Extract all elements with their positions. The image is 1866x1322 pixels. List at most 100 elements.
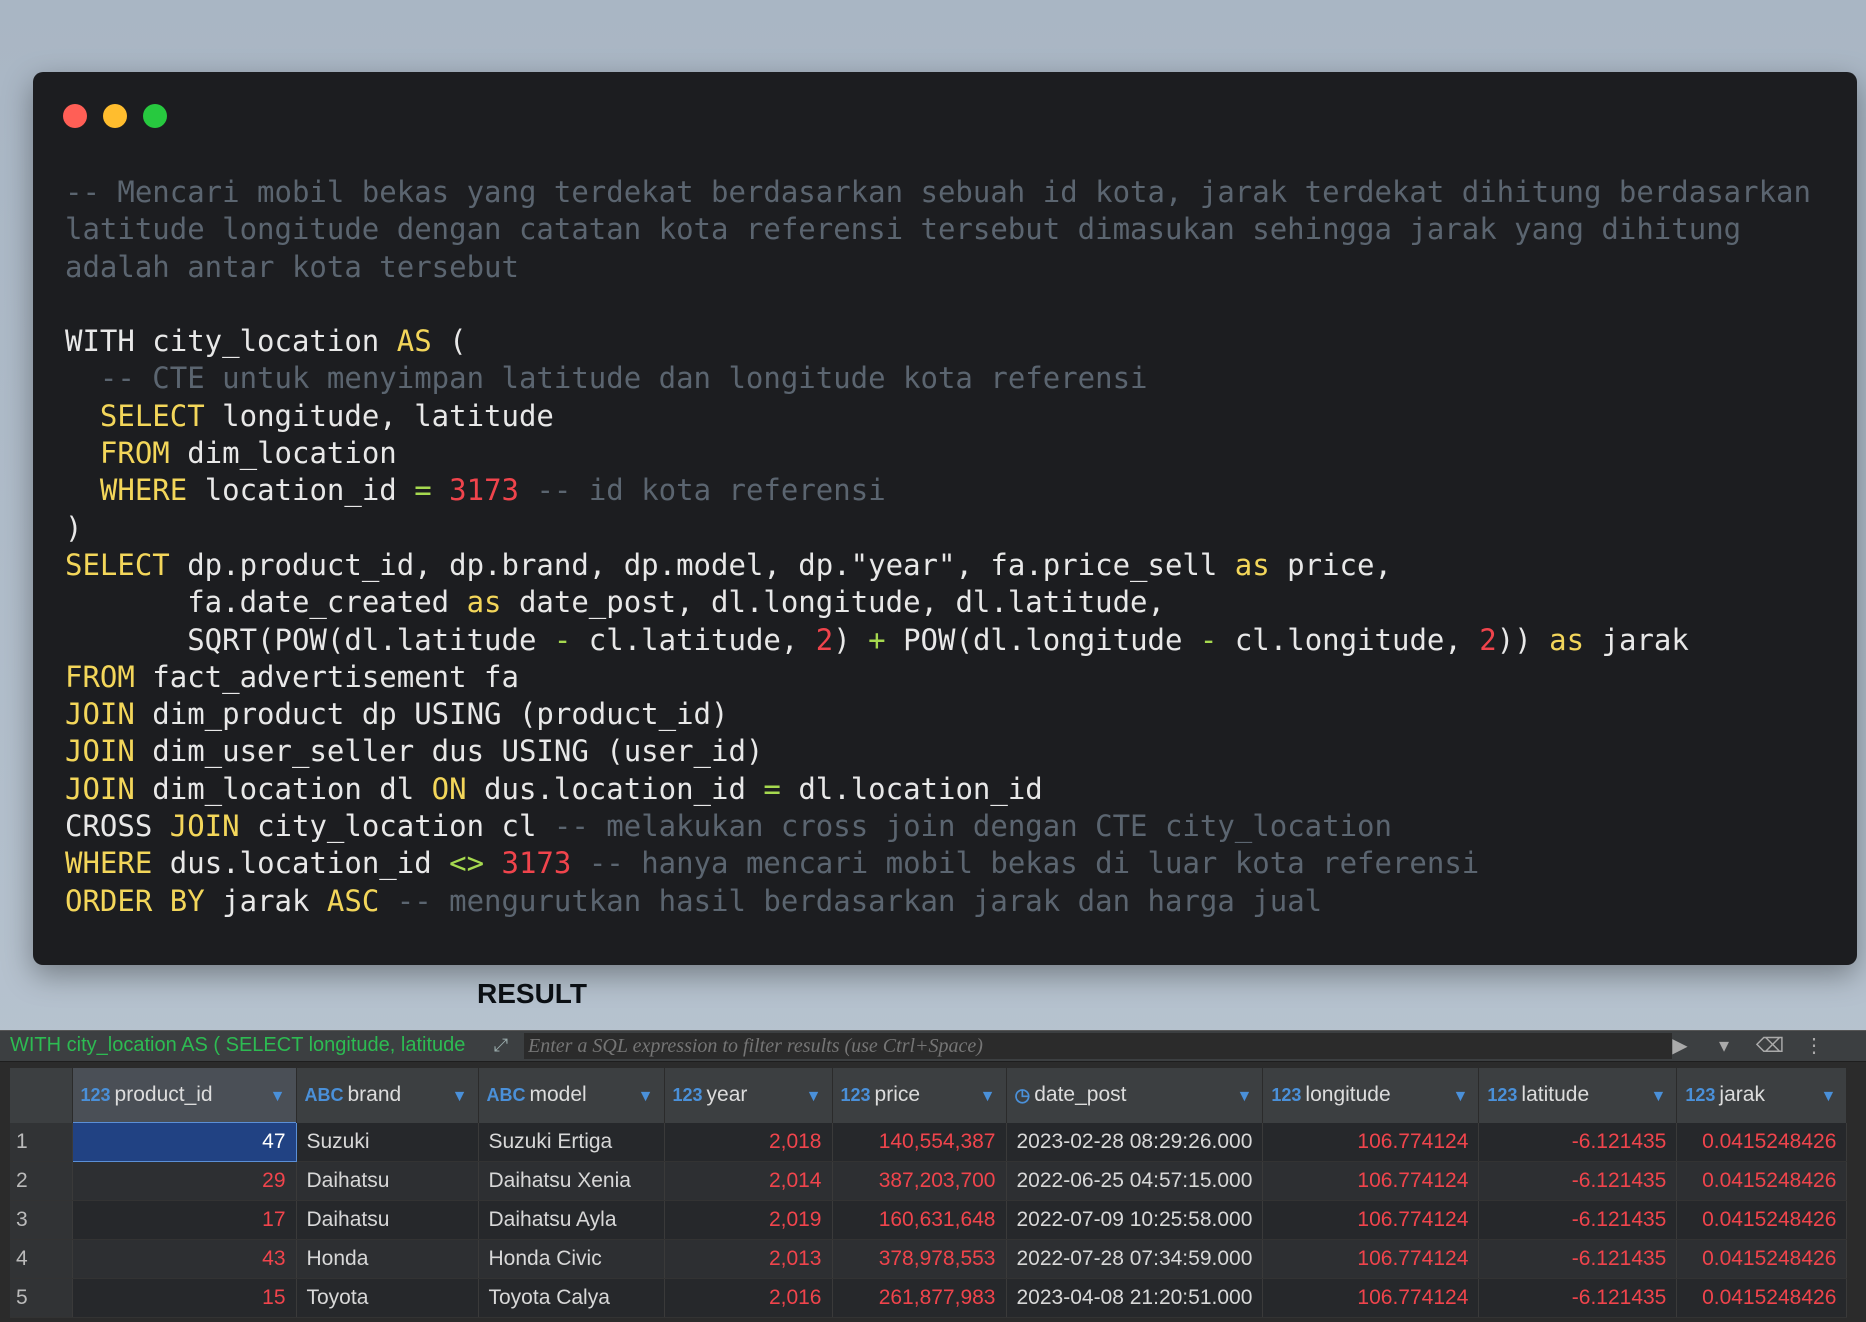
code-line: SELECT dp.product_id, dp.brand, dp.model… (65, 547, 1835, 584)
sort-dropdown-icon[interactable]: ▼ (1651, 1088, 1667, 1106)
cell-longitude[interactable]: 106.774124 (1262, 1200, 1480, 1240)
cell-price[interactable]: 160,631,648 (832, 1200, 1007, 1240)
cell-brand[interactable]: Toyota (296, 1278, 479, 1318)
cell-date_post[interactable]: 2023-04-08 21:20:51.000 (1006, 1278, 1264, 1318)
cell-year[interactable]: 2,016 (664, 1278, 833, 1318)
cell-brand[interactable]: Daihatsu (296, 1200, 479, 1240)
cell-jarak[interactable]: 0.0415248426 (1676, 1278, 1848, 1318)
run-filter-icon[interactable]: ▶ (1660, 1031, 1700, 1061)
code-line: FROM dim_location (65, 435, 1835, 472)
number-token: 2 (1479, 622, 1497, 657)
cell-longitude[interactable]: 106.774124 (1262, 1161, 1480, 1201)
cell-latitude[interactable]: -6.121435 (1478, 1122, 1678, 1162)
cell-year[interactable]: 2,013 (664, 1239, 833, 1279)
cell-product_id[interactable]: 43 (72, 1239, 297, 1279)
window-controls (63, 104, 167, 128)
filter-settings-icon[interactable]: ⋮ (1794, 1031, 1834, 1061)
operator-token: <> (449, 846, 485, 881)
maximize-window-button[interactable] (143, 104, 167, 128)
keyword-token: FROM (99, 436, 170, 471)
cell-price[interactable]: 261,877,983 (832, 1278, 1007, 1318)
sort-dropdown-icon[interactable]: ▼ (806, 1088, 822, 1106)
cell-date_post[interactable]: 2023-02-28 08:29:26.000 (1006, 1122, 1264, 1162)
cell-latitude[interactable]: -6.121435 (1478, 1200, 1678, 1240)
row-number-header (10, 1068, 73, 1123)
cell-longitude[interactable]: 106.774124 (1262, 1239, 1480, 1279)
cell-latitude[interactable]: -6.121435 (1478, 1161, 1678, 1201)
cell-jarak[interactable]: 0.0415248426 (1676, 1239, 1848, 1279)
expand-icon[interactable]: ⤢ (484, 1035, 518, 1057)
table-row[interactable]: 3 17 Daihatsu Daihatsu Ayla 2,019 160,631,648… (10, 1200, 1848, 1240)
column-header-date_post[interactable]: ◷ date_post ▼ (1006, 1068, 1264, 1123)
code-line: FROM fact_advertisement fa (65, 659, 1835, 696)
cell-jarak[interactable]: 0.0415248426 (1676, 1161, 1848, 1201)
keyword-token: ASC (326, 883, 380, 918)
cell-jarak[interactable]: 0.0415248426 (1676, 1122, 1848, 1162)
keyword-token: as (1234, 547, 1270, 582)
keyword-token: as (466, 585, 502, 620)
cell-price[interactable]: 378,978,553 (832, 1239, 1007, 1279)
column-header-model[interactable]: ABC model ▼ (478, 1068, 665, 1123)
cell-date_post[interactable]: 2022-06-25 04:57:15.000 (1006, 1161, 1264, 1201)
table-row[interactable]: 1 47 Suzuki Suzuki Ertiga 2,018 140,554,387 20… (10, 1122, 1848, 1162)
cell-product_id[interactable]: 15 (72, 1278, 297, 1318)
sort-dropdown-icon[interactable]: ▼ (638, 1088, 654, 1106)
row-number: 2 (10, 1161, 73, 1201)
cell-latitude[interactable]: -6.121435 (1478, 1278, 1678, 1318)
column-header-latitude[interactable]: 123 latitude ▼ (1478, 1068, 1678, 1123)
cell-brand[interactable]: Daihatsu (296, 1161, 479, 1201)
filter-input[interactable] (524, 1033, 1672, 1059)
cell-jarak[interactable]: 0.0415248426 (1676, 1200, 1848, 1240)
operator-token: - (553, 622, 572, 657)
sort-dropdown-icon[interactable]: ▼ (1453, 1088, 1469, 1106)
cell-model[interactable]: Suzuki Ertiga (478, 1122, 665, 1162)
cell-product_id[interactable]: 17 (72, 1200, 297, 1240)
sort-dropdown-icon[interactable]: ▼ (1237, 1088, 1253, 1106)
sort-dropdown-icon[interactable]: ▼ (980, 1088, 996, 1106)
column-header-longitude[interactable]: 123 longitude ▼ (1262, 1068, 1480, 1123)
column-header-brand[interactable]: ABC brand ▼ (296, 1068, 479, 1123)
cell-model[interactable]: Daihatsu Xenia (478, 1161, 665, 1201)
query-preview[interactable]: WITH city_location AS ( SELECT longitude… (10, 1034, 470, 1057)
clear-filter-icon[interactable]: ⌫ (1750, 1031, 1790, 1061)
cell-brand[interactable]: Honda (296, 1239, 479, 1279)
cell-year[interactable]: 2,014 (664, 1161, 833, 1201)
column-header-price[interactable]: 123 price ▼ (832, 1068, 1007, 1123)
cell-date_post[interactable]: 2022-07-09 10:25:58.000 (1006, 1200, 1264, 1240)
cell-year[interactable]: 2,018 (664, 1122, 833, 1162)
close-window-button[interactable] (63, 104, 87, 128)
column-header-product_id[interactable]: 123 product_id ▼ (72, 1068, 297, 1123)
keyword-token: ON (431, 771, 467, 806)
minimize-window-button[interactable] (103, 104, 127, 128)
cell-product_id[interactable]: 29 (72, 1161, 297, 1201)
cell-longitude[interactable]: 106.774124 (1262, 1122, 1480, 1162)
cell-year[interactable]: 2,019 (664, 1200, 833, 1240)
cell-date_post[interactable]: 2022-07-28 07:34:59.000 (1006, 1239, 1264, 1279)
comment-token: -- hanya mencari mobil bekas di luar kot… (571, 846, 1480, 881)
cell-latitude[interactable]: -6.121435 (1478, 1239, 1678, 1279)
cell-brand[interactable]: Suzuki (296, 1122, 479, 1162)
table-row[interactable]: 4 43 Honda Honda Civic 2,013 378,978,553 2022-… (10, 1239, 1848, 1279)
results-panel: WITH city_location AS ( SELECT longitude… (0, 1030, 1866, 1322)
filter-history-icon[interactable]: ▾ (1704, 1031, 1744, 1061)
numeric-type-icon: 123 (1271, 1085, 1302, 1106)
column-header-year[interactable]: 123 year ▼ (664, 1068, 833, 1123)
sort-dropdown-icon[interactable]: ▼ (1821, 1088, 1837, 1106)
cell-product_id[interactable]: 47 (71, 1122, 297, 1162)
cell-model[interactable]: Honda Civic (478, 1239, 665, 1279)
cell-price[interactable]: 387,203,700 (832, 1161, 1007, 1201)
cell-model[interactable]: Toyota Calya (478, 1278, 665, 1318)
cell-model[interactable]: Daihatsu Ayla (478, 1200, 665, 1240)
cell-longitude[interactable]: 106.774124 (1262, 1278, 1480, 1318)
sort-dropdown-icon[interactable]: ▼ (270, 1088, 286, 1106)
table-row[interactable]: 2 29 Daihatsu Daihatsu Xenia 2,014 387,203,70… (10, 1161, 1848, 1201)
sort-dropdown-icon[interactable]: ▼ (452, 1088, 468, 1106)
comment-token: -- mengurutkan hasil berdasarkan jarak d… (379, 883, 1323, 918)
cell-price[interactable]: 140,554,387 (832, 1122, 1007, 1162)
keyword-token: SELECT (99, 398, 205, 433)
table-row[interactable]: 5 15 Toyota Toyota Calya 2,016 261,877,983 202… (10, 1278, 1848, 1318)
column-header-jarak[interactable]: 123 jarak ▼ (1676, 1068, 1848, 1123)
